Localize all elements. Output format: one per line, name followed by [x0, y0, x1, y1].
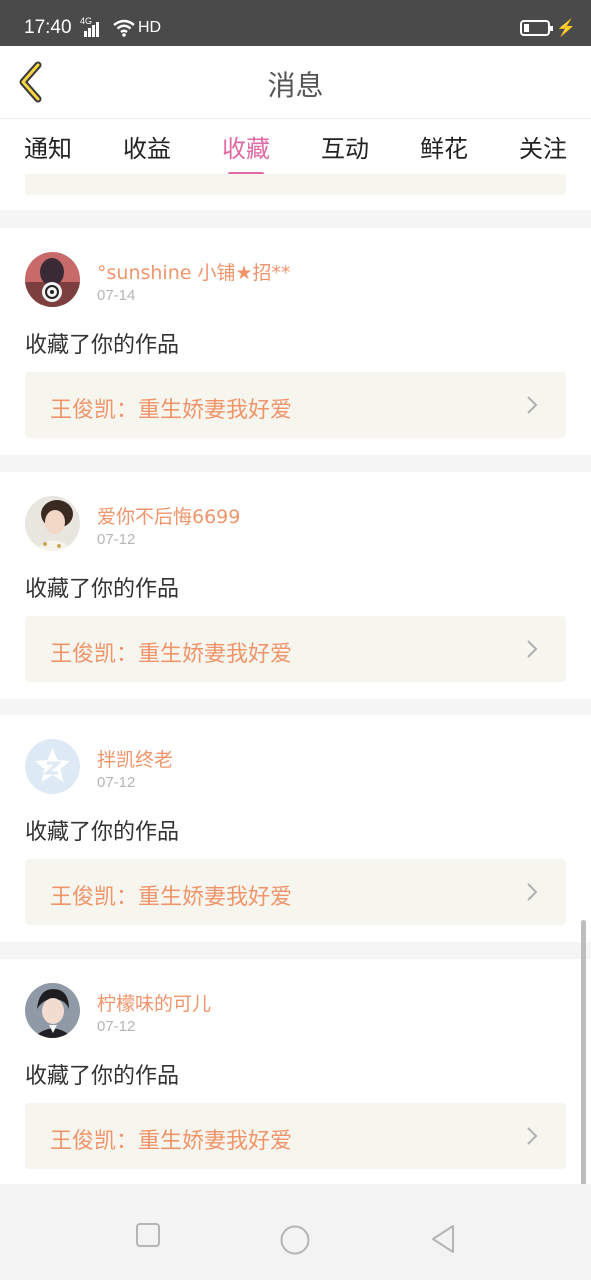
username[interactable]: 爱你不后悔6699 — [97, 502, 240, 529]
tab-interactions[interactable]: 互动 — [321, 129, 369, 164]
tab-earnings[interactable]: 收益 — [123, 129, 171, 164]
list-item: 爱你不后悔6699 07-12 收藏了你的作品 王俊凯：重生娇妻我好爱 — [0, 472, 591, 699]
avatar[interactable] — [25, 252, 80, 307]
list-item: 柠檬味的可儿 07-12 收藏了你的作品 王俊凯：重生娇妻我好爱 — [0, 959, 591, 1186]
app-header: 消息 — [0, 46, 591, 118]
tab-flowers[interactable]: 鲜花 — [420, 129, 468, 164]
list-item: 拌凯终老 07-12 收藏了你的作品 王俊凯：重生娇妻我好爱 — [0, 715, 591, 942]
tab-following[interactable]: 关注 — [519, 129, 567, 164]
system-nav-bar — [0, 1184, 591, 1280]
wifi-icon — [113, 19, 135, 37]
timestamp: 07-12 — [97, 531, 136, 548]
scrollbar[interactable] — [581, 920, 586, 1196]
charging-icon: ⚡ — [556, 20, 576, 37]
back-triangle-icon[interactable] — [430, 1224, 456, 1254]
username[interactable]: °sunshine 小铺★招** — [97, 258, 291, 285]
work-title: 王俊凯：重生娇妻我好爱 — [50, 1129, 293, 1154]
chevron-right-icon — [527, 883, 538, 901]
work-link[interactable]: 王俊凯：重生娇妻我好爱 — [25, 372, 566, 438]
timestamp: 07-12 — [97, 774, 136, 791]
chevron-right-icon — [527, 1127, 538, 1145]
work-link[interactable]: 王俊凯：重生娇妻我好爱 — [25, 616, 566, 682]
username[interactable]: 拌凯终老 — [97, 745, 173, 772]
message-text: 收藏了你的作品 — [25, 577, 180, 602]
status-time: 17:40 — [24, 17, 72, 38]
work-title: 王俊凯：重生娇妻我好爱 — [50, 398, 293, 423]
page-title: 消息 — [267, 69, 324, 102]
tab-favorites[interactable]: 收藏 — [222, 129, 270, 176]
recent-apps-icon[interactable] — [135, 1222, 161, 1248]
work-link[interactable]: 王俊凯：重生娇妻我好爱 — [25, 1103, 566, 1169]
avatar[interactable] — [25, 496, 80, 551]
home-icon[interactable] — [280, 1225, 310, 1255]
hd-indicator: HD — [138, 19, 162, 36]
work-title: 王俊凯：重生娇妻我好爱 — [50, 642, 293, 667]
list-item — [0, 174, 591, 210]
work-link[interactable]: 王俊凯：重生娇妻我好爱 — [25, 859, 566, 925]
avatar[interactable] — [25, 983, 80, 1038]
battery-icon — [520, 20, 553, 36]
message-text: 收藏了你的作品 — [25, 1064, 180, 1089]
timestamp: 07-14 — [97, 287, 136, 304]
status-bar: 17:40 4G HD ⚡ — [0, 0, 591, 46]
work-link[interactable] — [25, 174, 566, 195]
list-item: °sunshine 小铺★招** 07-14 收藏了你的作品 王俊凯：重生娇妻我… — [0, 228, 591, 455]
chevron-right-icon — [527, 640, 538, 658]
username[interactable]: 柠檬味的可儿 — [97, 989, 211, 1016]
tab-bar: 通知 收益 收藏 互动 鲜花 关注 — [0, 118, 591, 176]
tab-notifications[interactable]: 通知 — [24, 129, 72, 164]
timestamp: 07-12 — [97, 1018, 136, 1035]
message-text: 收藏了你的作品 — [25, 333, 180, 358]
chevron-right-icon — [527, 396, 538, 414]
message-text: 收藏了你的作品 — [25, 820, 180, 845]
avatar[interactable] — [25, 739, 80, 794]
work-title: 王俊凯：重生娇妻我好爱 — [50, 885, 293, 910]
